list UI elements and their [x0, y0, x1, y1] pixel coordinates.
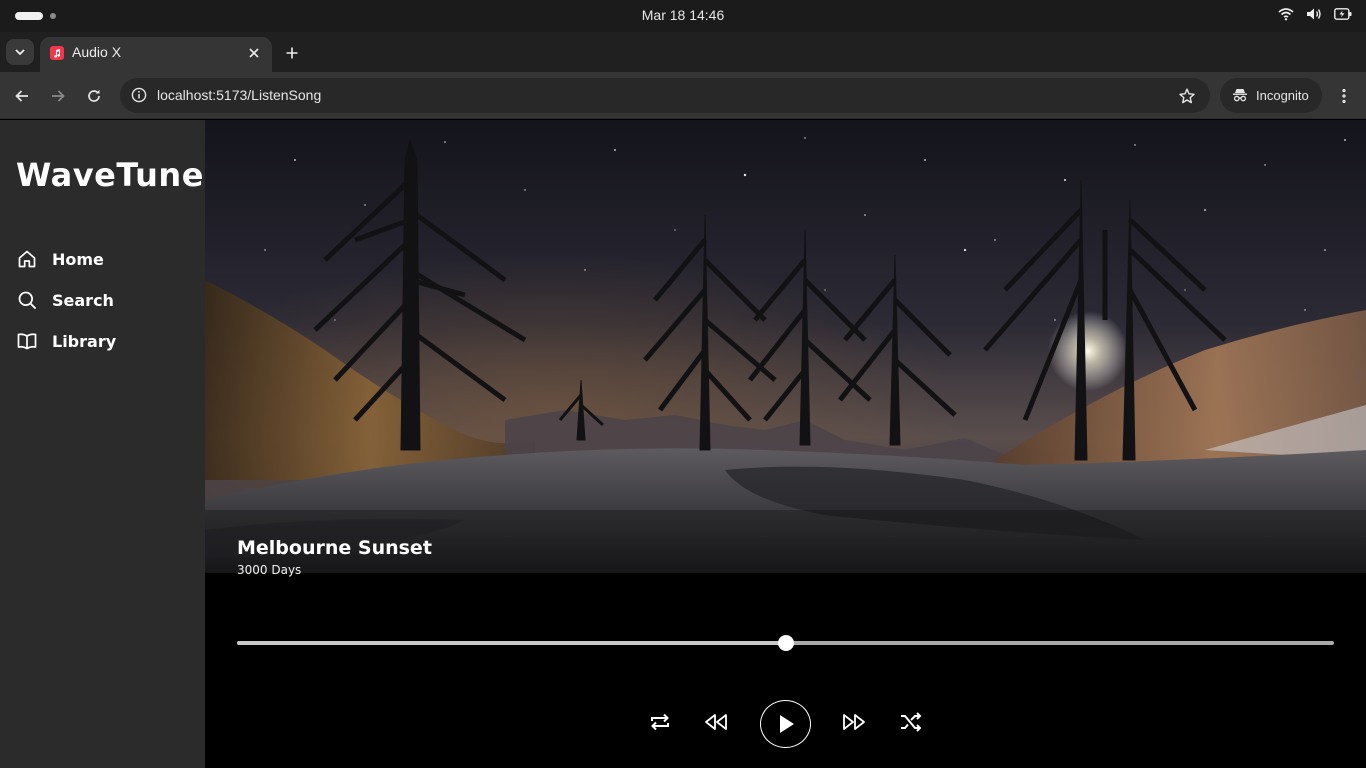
forward-button[interactable] — [46, 84, 70, 108]
browser-toolbar: localhost:5173/ListenSong Incognito — [0, 72, 1366, 119]
battery-icon — [1334, 8, 1352, 20]
sidebar-item-label: Home — [52, 249, 104, 269]
incognito-badge[interactable]: Incognito — [1220, 78, 1322, 113]
arrow-right-icon — [52, 90, 65, 102]
site-info-button[interactable] — [128, 84, 150, 106]
shuffle-icon — [901, 712, 922, 732]
playback-controls — [205, 700, 1366, 750]
repeat-icon — [651, 713, 669, 731]
os-top-bar: Mar 18 14:46 — [0, 0, 1366, 32]
reload-icon — [88, 89, 100, 102]
chevron-down-icon — [15, 49, 25, 55]
info-icon — [131, 87, 147, 103]
sidebar-item-library[interactable]: Library — [16, 328, 196, 354]
browser-menu-button[interactable] — [1334, 84, 1354, 108]
search-icon — [16, 289, 38, 311]
arrow-left-icon — [15, 90, 28, 102]
more-vertical-icon — [1342, 88, 1346, 104]
incognito-icon — [1233, 89, 1247, 102]
incognito-label: Incognito — [1256, 88, 1309, 103]
browser-tab[interactable]: Audio X — [40, 37, 272, 72]
progress-knob[interactable] — [777, 635, 794, 651]
brand-logo[interactable]: WaveTune — [16, 156, 204, 194]
reload-button[interactable] — [82, 84, 106, 108]
sidebar-item-label: Search — [52, 290, 114, 310]
address-bar[interactable]: localhost:5173/ListenSong — [120, 78, 1210, 113]
shuffle-button[interactable] — [897, 708, 925, 736]
system-tray[interactable] — [1278, 7, 1352, 21]
tab-close-button[interactable] — [244, 43, 264, 63]
fast-forward-button[interactable] — [840, 708, 868, 736]
album-art — [205, 120, 1366, 573]
bookmark-button[interactable] — [1176, 85, 1198, 107]
book-icon — [16, 330, 38, 352]
music-favicon-icon — [50, 46, 64, 60]
tab-search-button[interactable] — [6, 39, 34, 65]
tab-title: Audio X — [72, 44, 122, 60]
play-button[interactable] — [760, 700, 811, 748]
new-tab-button[interactable] — [280, 41, 304, 65]
song-artist[interactable]: 3000 Days — [237, 563, 301, 577]
fast-forward-icon — [843, 714, 865, 730]
star-icon — [1179, 88, 1195, 104]
repeat-button[interactable] — [646, 708, 674, 736]
volume-icon — [1307, 8, 1321, 20]
song-title: Melbourne Sunset — [237, 537, 432, 559]
play-icon — [779, 715, 794, 733]
wifi-icon — [1278, 8, 1294, 21]
home-icon — [16, 248, 38, 270]
back-button[interactable] — [10, 84, 34, 108]
sidebar: WaveTune Home Search Library — [0, 120, 205, 768]
plus-icon — [286, 47, 298, 59]
url-text[interactable]: localhost:5173/ListenSong — [157, 87, 321, 103]
close-icon — [249, 48, 259, 58]
progress-fill — [237, 641, 786, 645]
rewind-button[interactable] — [702, 708, 730, 736]
sidebar-item-search[interactable]: Search — [16, 287, 196, 313]
sidebar-item-home[interactable]: Home — [16, 246, 196, 272]
progress-slider[interactable] — [237, 635, 1334, 651]
sidebar-item-label: Library — [52, 331, 117, 351]
browser-tab-strip: Audio X — [0, 32, 1366, 72]
rewind-icon — [705, 714, 727, 730]
os-clock[interactable]: Mar 18 14:46 — [0, 7, 1366, 23]
player-main: Melbourne Sunset 3000 Days — [205, 120, 1366, 768]
